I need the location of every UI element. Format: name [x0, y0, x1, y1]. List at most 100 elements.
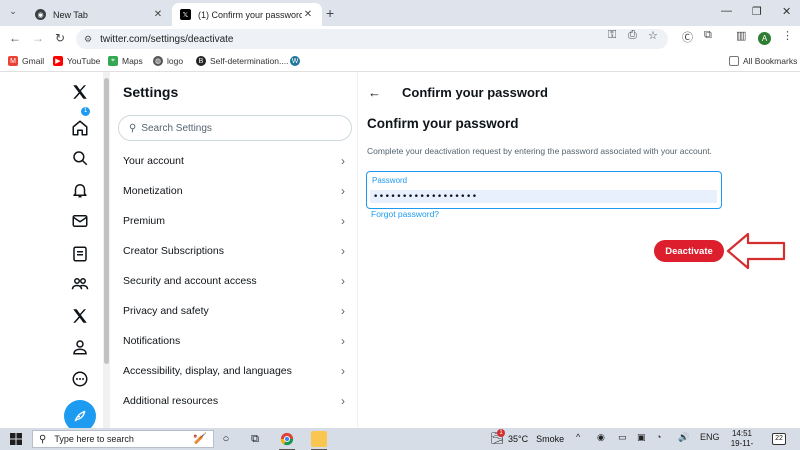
avatar[interactable]: A — [758, 32, 771, 45]
settings-item-creator-subscriptions[interactable]: Creator Subscriptions › — [110, 236, 358, 266]
notification-center-badge[interactable]: 22 — [772, 433, 786, 445]
volume-icon[interactable]: 🔊 — [678, 432, 689, 443]
settings-item-premium[interactable]: Premium › — [110, 206, 358, 236]
clock-time: 14:51 — [731, 429, 753, 438]
back-icon[interactable]: ← — [9, 31, 21, 45]
side-panel-icon[interactable]: ▥ — [736, 29, 746, 42]
settings-item-label: Additional resources — [123, 395, 219, 407]
address-bar[interactable]: ⚙ twitter.com/settings/deactivate — [76, 29, 668, 49]
tray-overflow-icon[interactable]: ^ — [576, 432, 580, 442]
chevron-right-icon: › — [341, 334, 345, 348]
install-app-icon[interactable]: ⎙ — [628, 29, 637, 42]
close-icon[interactable]: ✕ — [152, 9, 164, 20]
explore-icon[interactable] — [68, 146, 92, 170]
settings-item-privacy[interactable]: Privacy and safety › — [110, 296, 358, 326]
x-side-nav — [0, 72, 110, 432]
settings-item-your-account[interactable]: Your account › — [110, 146, 358, 176]
minimize-icon[interactable]: — — [721, 5, 732, 17]
annotation-arrow-icon — [726, 232, 786, 270]
chevron-right-icon: › — [341, 244, 345, 258]
chevron-right-icon: › — [341, 274, 345, 288]
bookmark-youtube[interactable]: ▶ YouTube — [53, 56, 100, 66]
page-title: Confirm your password — [402, 85, 548, 100]
menu-kebab-icon[interactable]: ⋮ — [782, 29, 793, 42]
password-label: Password — [372, 176, 408, 185]
tab-confirm-password[interactable]: 𝕏 (1) Confirm your password / X ✕ — [172, 3, 322, 26]
settings-item-label: Privacy and safety — [123, 305, 209, 317]
chevron-right-icon: › — [341, 304, 345, 318]
gmail-icon: M — [8, 56, 18, 66]
settings-item-label: Accessibility, display, and languages — [123, 365, 292, 377]
close-icon[interactable]: ✕ — [302, 9, 314, 20]
settings-title: Settings — [123, 84, 179, 100]
settings-item-monetization[interactable]: Monetization › — [110, 176, 358, 206]
home-icon[interactable] — [68, 116, 92, 140]
lists-icon[interactable] — [68, 242, 92, 266]
page-scrollbar[interactable] — [103, 72, 110, 428]
tab-new-tab[interactable]: ◉ New Tab ✕ — [27, 3, 172, 26]
more-icon[interactable] — [68, 367, 92, 391]
task-view-icon[interactable]: ⧉ — [247, 431, 263, 447]
settings-list: Your account › Monetization › Premium › Cre… — [110, 146, 358, 416]
password-field[interactable]: Password — [366, 171, 722, 209]
chrome-taskbar-icon[interactable] — [279, 431, 295, 447]
new-tab-plus-icon[interactable]: + — [326, 5, 334, 21]
bookmark-wordpress[interactable]: W — [290, 56, 304, 66]
settings-item-additional-resources[interactable]: Additional resources › — [110, 386, 358, 416]
search-placeholder: Search Settings — [141, 122, 212, 134]
wifi-icon[interactable]: ◔ — [656, 432, 661, 442]
profile-icon[interactable] — [68, 335, 92, 359]
section-title: Confirm your password — [367, 116, 519, 131]
key-icon[interactable]: ⚿ — [608, 29, 616, 42]
taskbar-search-input[interactable]: ⚲ Type here to search 🏏 — [32, 430, 214, 448]
wordpress-icon: W — [290, 56, 300, 66]
bookmark-label: All Bookmarks — [743, 56, 798, 66]
chevron-right-icon: › — [341, 184, 345, 198]
settings-item-security[interactable]: Security and account access › — [110, 266, 358, 296]
restore-icon[interactable]: ❐ — [752, 5, 762, 18]
premium-icon[interactable] — [68, 304, 92, 328]
window-close-icon[interactable]: ✕ — [782, 5, 791, 18]
folder-icon — [729, 56, 739, 66]
notifications-icon[interactable] — [68, 178, 92, 202]
x-logo-icon[interactable] — [68, 80, 92, 104]
tab-search-icon[interactable]: ⌄ — [6, 6, 20, 20]
meet-icon[interactable]: ▣ — [637, 432, 646, 443]
post-feather-icon — [74, 410, 86, 422]
messages-icon[interactable] — [68, 209, 92, 233]
taskbar-clock[interactable]: 14:51 19-11-2023 — [722, 429, 762, 450]
settings-item-label: Monetization — [123, 185, 183, 197]
settings-search-input[interactable]: ⚲ Search Settings — [118, 115, 352, 141]
all-bookmarks[interactable]: All Bookmarks — [729, 56, 797, 66]
record-icon[interactable]: ◉ — [597, 432, 605, 443]
extension-c-icon[interactable]: Ⓒ — [682, 29, 693, 45]
bookmark-star-icon[interactable]: ☆ — [648, 29, 658, 42]
search-icon: ⚲ — [39, 433, 47, 445]
bookmark-maps[interactable]: ⌖ Maps — [108, 56, 143, 66]
language-indicator[interactable]: ENG — [700, 432, 720, 442]
site-info-icon[interactable]: ⚙ — [84, 34, 92, 45]
cortana-icon[interactable]: ○ — [218, 431, 234, 447]
weather-widget[interactable]: 🌫 1 35°C Smoke — [490, 429, 564, 445]
settings-item-notifications[interactable]: Notifications › — [110, 326, 358, 356]
extensions-icon[interactable]: ⧉ — [704, 29, 712, 42]
taskbar-search-placeholder: Type here to search — [54, 434, 134, 444]
deactivate-button[interactable]: Deactivate — [654, 240, 724, 262]
search-highlight-icon: 🏏 — [193, 433, 207, 445]
bookmark-logo[interactable]: ◍ logo — [153, 56, 183, 66]
communities-icon[interactable] — [68, 272, 92, 296]
bookmarks-bar: M Gmail ▶ YouTube ⌖ Maps ◍ logo B Self-d… — [0, 52, 800, 72]
settings-item-accessibility[interactable]: Accessibility, display, and languages › — [110, 356, 358, 386]
bookmark-self-determination[interactable]: B Self-determination.... — [196, 56, 288, 66]
forward-icon[interactable]: → — [32, 31, 44, 45]
forgot-password-link[interactable]: Forgot password? — [371, 209, 439, 219]
bookmark-gmail[interactable]: M Gmail — [8, 56, 44, 66]
battery-icon[interactable]: ▭ — [618, 432, 627, 443]
windows-start-icon[interactable] — [10, 433, 22, 445]
scrollbar-thumb[interactable] — [104, 78, 109, 364]
back-arrow-icon[interactable]: ← — [368, 85, 381, 100]
file-explorer-icon[interactable] — [311, 431, 327, 447]
globe-icon: ◍ — [153, 56, 163, 66]
reload-icon[interactable]: ↻ — [55, 31, 65, 45]
password-input[interactable] — [370, 190, 717, 203]
